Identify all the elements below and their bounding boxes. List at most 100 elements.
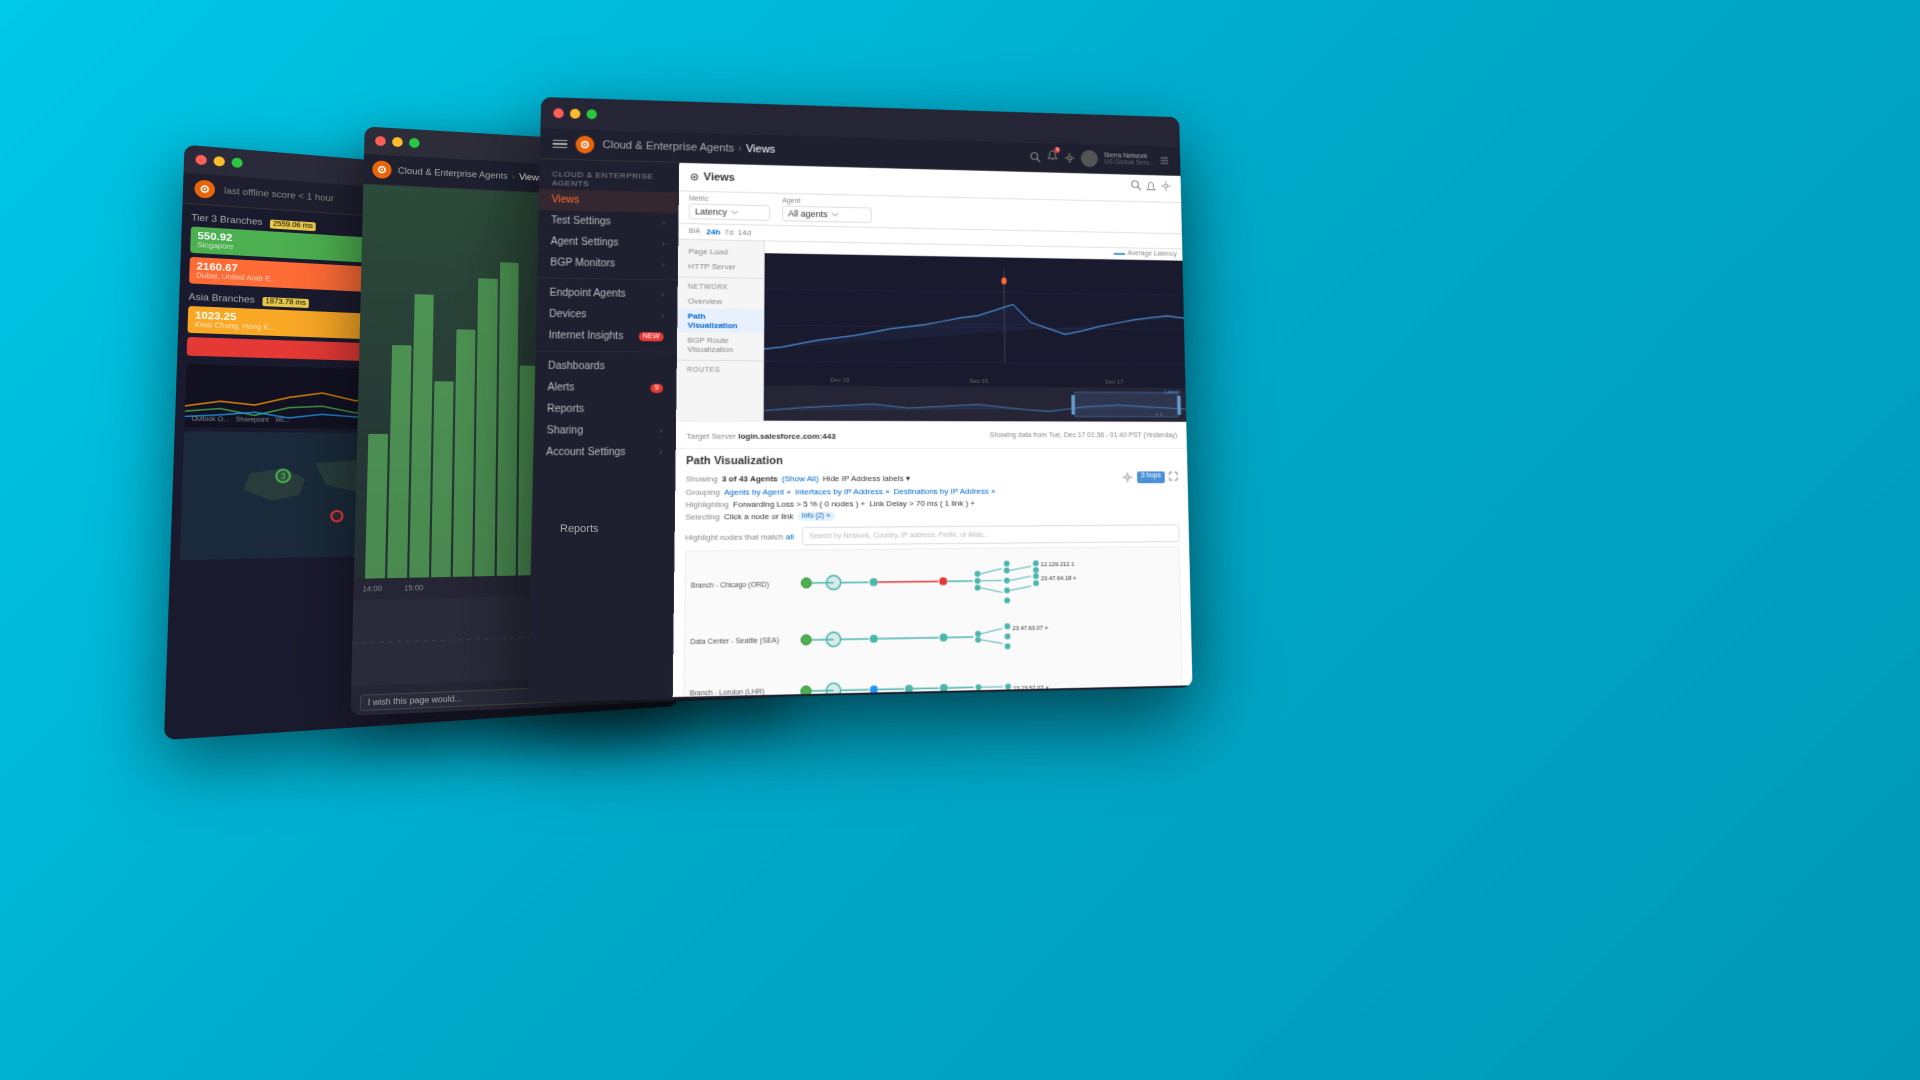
nav-bgp-route[interactable]: BGP Route Visualization — [677, 333, 763, 358]
sidebar-item-bgp-monitors[interactable]: BGP Monitors › — [537, 252, 677, 275]
front-main: Views — [673, 163, 1193, 697]
timeline-navigator: Latest ‹ › — [764, 385, 1187, 421]
tier3-badge: 2559.06 ms — [270, 219, 317, 231]
tl-yellow-mid — [392, 137, 403, 147]
3-hops-btn[interactable]: 3 hops — [1137, 471, 1165, 483]
sidebar-item-endpoint-agents[interactable]: Endpoint Agents › — [537, 282, 677, 305]
search-placeholder: Search by Network, Country, IP address, … — [809, 531, 989, 540]
bell-icon[interactable]: 9 — [1047, 149, 1059, 166]
chart-labels: Outlook O... Sharepoint Wi... — [184, 414, 295, 426]
left-nav: Page Load HTTP Server NETWORK Overview P… — [676, 240, 765, 421]
time-btn-24h[interactable]: 24h — [706, 227, 720, 236]
traffic-light-green — [231, 157, 242, 168]
nav-arrows: ‹ › — [1155, 410, 1162, 419]
views-title: Views — [703, 171, 735, 184]
views-settings-icon[interactable] — [1160, 180, 1171, 192]
selecting-row: Selecting Click a node or link Info (2) … — [685, 510, 1179, 522]
svg-text:Branch - London (LHR): Branch - London (LHR) — [690, 689, 765, 697]
sidebar-item-account-settings[interactable]: Account Settings › — [533, 442, 675, 464]
target-server-info: Target Server login.salesforce.com:443 — [686, 426, 835, 444]
svg-text:23.47.64.18 ×: 23.47.64.18 × — [1041, 576, 1077, 582]
eye-logo-back — [194, 179, 215, 198]
svg-text:Data Center - Seattle (SEA): Data Center - Seattle (SEA) — [690, 637, 779, 646]
reports-overlay-label: Reports — [560, 523, 599, 535]
views-eye-icon — [689, 172, 699, 182]
bell-badge: 9 — [1055, 147, 1061, 153]
traffic-light-yellow — [213, 156, 225, 167]
interfaces-by-ip[interactable]: Interfaces by IP Address × — [795, 487, 890, 496]
sidebar-item-reports[interactable]: Reports — [534, 398, 675, 420]
sidebar-item-sharing[interactable]: Sharing › — [534, 420, 676, 442]
info-badge[interactable]: Info (2) × — [798, 512, 835, 521]
nav-overview[interactable]: Overview — [677, 293, 763, 309]
nav-path-viz[interactable]: Path Visualization — [677, 308, 763, 333]
showing-value: 3 of 43 Agents — [722, 474, 778, 483]
sidebar-divider-2 — [536, 350, 676, 352]
window-front: Cloud & Enterprise Agents › Views 9 — [528, 97, 1193, 702]
path-viz-title: Path Visualization — [686, 455, 1178, 468]
sidebar-item-agent-settings[interactable]: Agent Settings › — [538, 231, 678, 255]
sidebar-item-internet-insights[interactable]: Internet Insights NEW — [536, 325, 677, 348]
path-svg-container: Branch - Chicago (ORD) Data Center - Sea… — [683, 546, 1183, 697]
agents-by-agent[interactable]: Agents by Agent × — [724, 487, 791, 496]
legend-label: Average Latency — [1127, 250, 1176, 258]
views-bell-icon[interactable] — [1145, 180, 1157, 197]
link-delay-filter[interactable]: Link Delay > 70 ms ( 1 link ) + — [869, 499, 975, 509]
tl-red-front — [553, 108, 564, 118]
settings-icon[interactable] — [1064, 152, 1076, 164]
agent-chevron — [831, 210, 839, 218]
target-server-row: Target Server login.salesforce.com:443 S… — [676, 420, 1187, 449]
svg-text:Branch - Chicago (ORD): Branch - Chicago (ORD) — [691, 581, 769, 589]
tl-yellow-front — [570, 109, 581, 119]
bia-label: BIA — [689, 228, 701, 235]
path-svg: Branch - Chicago (ORD) Data Center - Sea… — [684, 547, 1182, 697]
header-left: Cloud & Enterprise Agents › Views — [553, 135, 776, 159]
forwarding-loss-filter[interactable]: Forwarding Loss > 5 % ( 0 nodes ) + — [733, 499, 865, 509]
metric-dropdown[interactable]: Latency — [689, 203, 770, 220]
click-node-text: Click a node or link — [724, 512, 794, 522]
right-controls: 3 hops — [1122, 471, 1179, 483]
internet-insights-badge: NEW — [638, 332, 663, 341]
time-btn-14d[interactable]: 14d — [738, 228, 752, 237]
showing-data-text: Showing data from Tue, Dec 17 01:36 - 01… — [990, 432, 1177, 439]
viz-settings-icon[interactable] — [1122, 471, 1134, 483]
search-nodes-box[interactable]: Search by Network, Country, IP address, … — [802, 524, 1180, 545]
hide-ip-labels[interactable]: Hide IP Address labels ▾ — [823, 473, 910, 482]
front-sidebar: Cloud & Enterprise Agents Views Test Set… — [528, 159, 679, 700]
main-content-area: Views — [673, 163, 1193, 697]
user-avatar[interactable] — [1081, 150, 1098, 167]
path-viz-controls: Showing 3 of 43 Agents (Show All) Hide I… — [685, 471, 1179, 521]
latency-chart-area: Average Latency — [764, 241, 1187, 421]
latest-link[interactable]: Latest — [1164, 390, 1180, 396]
test-type-http-server[interactable]: HTTP Server — [678, 259, 764, 275]
views-search-icon[interactable] — [1130, 179, 1141, 191]
sidebar-section-cloud: Cloud & Enterprise Agents — [539, 165, 678, 192]
show-all-link[interactable]: (Show All) — [782, 474, 819, 483]
sidebar-item-alerts[interactable]: Alerts 9 — [535, 377, 676, 399]
test-type-page-load[interactable]: Page Load — [678, 244, 764, 260]
nav-next[interactable]: › — [1160, 410, 1163, 419]
nav-prev[interactable]: ‹ — [1155, 410, 1158, 419]
header-offline-text: last offline score < 1 hour — [224, 186, 334, 204]
nav-divider-2 — [677, 360, 763, 362]
tl-green-mid — [409, 138, 420, 148]
sidebar-divider-1 — [537, 277, 677, 280]
sidebar-item-dashboards[interactable]: Dashboards — [535, 355, 676, 377]
highlight-row: Highlight nodes that match all Search by… — [685, 524, 1180, 546]
agent-dropdown[interactable]: All agents — [782, 206, 872, 224]
asia-badge: 1873.78 ms — [262, 297, 309, 308]
alerts-badge: 9 — [651, 384, 664, 393]
expand-icon[interactable] — [1168, 471, 1178, 481]
sidebar-item-views[interactable]: Views — [539, 189, 678, 213]
grouping-row: Grouping Agents by Agent × Interfaces by… — [686, 486, 1179, 497]
views-title-group: Views — [689, 171, 735, 184]
more-icon[interactable] — [1160, 156, 1170, 166]
search-icon[interactable] — [1030, 151, 1042, 163]
destinations-by-ip[interactable]: Destinations by IP Address × — [894, 487, 996, 496]
hamburger-icon[interactable] — [553, 140, 568, 149]
sidebar-item-devices[interactable]: Devices › — [536, 304, 676, 327]
tl-green-front — [586, 109, 597, 119]
sidebar-item-test-settings[interactable]: Test Settings › — [538, 210, 677, 234]
time-btn-7d[interactable]: 7d — [724, 228, 733, 237]
network-label: NETWORK — [678, 280, 764, 294]
